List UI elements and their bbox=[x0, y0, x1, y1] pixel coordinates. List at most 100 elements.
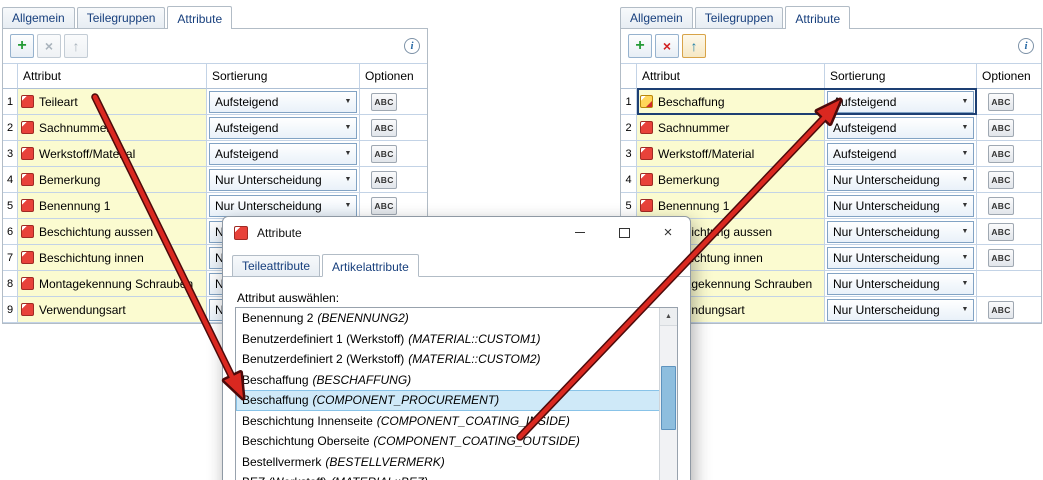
abc-options-button[interactable]: ABC bbox=[371, 171, 397, 189]
attribute-row[interactable]: 3Werkstoff/MaterialAufsteigend▼ABC bbox=[3, 141, 427, 167]
sorting-combobox[interactable]: Aufsteigend▼ bbox=[827, 117, 974, 139]
attribute-cell: Montagekennung Schrauben bbox=[18, 271, 207, 297]
chevron-down-icon: ▼ bbox=[957, 124, 973, 131]
attribute-icon bbox=[640, 147, 653, 160]
list-item[interactable]: Benennung 2(BENENNUNG2) bbox=[236, 308, 660, 329]
abc-options-button[interactable]: ABC bbox=[371, 93, 397, 111]
row-number: 3 bbox=[3, 141, 18, 167]
attribute-row[interactable]: 4BemerkungNur Unterscheidung▼ABC bbox=[3, 167, 427, 193]
sorting-cell: Aufsteigend▼ bbox=[207, 141, 360, 167]
sorting-cell: Nur Unterscheidung▼ bbox=[825, 297, 977, 323]
abc-options-button[interactable]: ABC bbox=[988, 145, 1014, 163]
abc-options-button[interactable]: ABC bbox=[988, 197, 1014, 215]
right-tab-bar: Allgemein Teilegruppen Attribute bbox=[620, 5, 1042, 28]
attribute-row-selected[interactable]: 1BeschaffungAufsteigend▼ABC bbox=[621, 89, 1041, 115]
move-up-button[interactable]: ↑ bbox=[64, 34, 88, 58]
tab-teileattribute[interactable]: Teileattribute bbox=[232, 255, 320, 276]
minimize-icon bbox=[575, 232, 585, 233]
arrow-up-icon: ↑ bbox=[691, 39, 698, 53]
scrollbar-thumb[interactable] bbox=[661, 366, 676, 430]
tab-allgemein[interactable]: Allgemein bbox=[2, 7, 75, 28]
scroll-up-icon[interactable]: ▲ bbox=[660, 308, 677, 326]
abc-options-button[interactable]: ABC bbox=[988, 223, 1014, 241]
abc-options-button[interactable]: ABC bbox=[988, 301, 1014, 319]
sorting-combobox[interactable]: Nur Unterscheidung▼ bbox=[827, 247, 974, 269]
list-item[interactable]: Beschaffung(BESCHAFFUNG) bbox=[236, 370, 660, 391]
attribute-row[interactable]: 3Werkstoff/MaterialAufsteigend▼ABC bbox=[621, 141, 1041, 167]
sorting-combobox[interactable]: Nur Unterscheidung▼ bbox=[827, 195, 974, 217]
combobox-value: Nur Unterscheidung bbox=[828, 303, 957, 317]
options-cell: ABC bbox=[977, 245, 1041, 271]
row-number: 2 bbox=[3, 115, 18, 141]
list-item[interactable]: Beschichtung Innenseite(COMPONENT_COATIN… bbox=[236, 411, 660, 432]
attribute-icon bbox=[640, 199, 653, 212]
tab-attribute[interactable]: Attribute bbox=[785, 6, 850, 29]
sorting-combobox[interactable]: Nur Unterscheidung▼ bbox=[827, 299, 974, 321]
tab-allgemein[interactable]: Allgemein bbox=[620, 7, 693, 28]
tab-attribute[interactable]: Attribute bbox=[167, 6, 232, 29]
abc-options-button[interactable]: ABC bbox=[988, 119, 1014, 137]
attribute-code: (COMPONENT_COATING_OUTSIDE) bbox=[373, 434, 579, 448]
options-cell: ABC bbox=[360, 115, 427, 141]
vertical-scrollbar[interactable]: ▲ bbox=[659, 308, 677, 480]
row-number: 2 bbox=[621, 115, 637, 141]
combobox-value: Nur Unterscheidung bbox=[828, 225, 957, 239]
close-button[interactable]: × bbox=[646, 217, 690, 248]
list-item[interactable]: Benutzerdefiniert 1 (Werkstoff)(MATERIAL… bbox=[236, 329, 660, 350]
options-cell: ABC bbox=[977, 219, 1041, 245]
minimize-button[interactable] bbox=[558, 217, 602, 248]
maximize-button[interactable] bbox=[602, 217, 646, 248]
attribute-code: (COMPONENT_PROCUREMENT) bbox=[313, 393, 500, 407]
table-header: Attribut Sortierung Optionen bbox=[3, 64, 427, 89]
abc-options-button[interactable]: ABC bbox=[988, 93, 1014, 111]
list-item[interactable]: Benutzerdefiniert 2 (Werkstoff)(MATERIAL… bbox=[236, 349, 660, 370]
tab-artikelattribute[interactable]: Artikelattribute bbox=[322, 254, 419, 277]
column-header-sortierung: Sortierung bbox=[825, 64, 977, 89]
list-item[interactable]: Bestellvermerk(BESTELLVERMERK) bbox=[236, 452, 660, 473]
attribute-label: BEZ (Werkstoff) bbox=[242, 475, 327, 480]
delete-attribute-button[interactable]: × bbox=[37, 34, 61, 58]
abc-options-button[interactable]: ABC bbox=[371, 145, 397, 163]
sorting-combobox[interactable]: Aufsteigend▼ bbox=[209, 117, 357, 139]
sorting-combobox[interactable]: Nur Unterscheidung▼ bbox=[827, 273, 974, 295]
delete-attribute-button[interactable]: × bbox=[655, 34, 679, 58]
add-attribute-button[interactable]: + bbox=[10, 34, 34, 58]
dialog-titlebar[interactable]: Attribute × bbox=[223, 217, 690, 248]
sorting-combobox[interactable]: Aufsteigend▼ bbox=[209, 143, 357, 165]
move-up-button[interactable]: ↑ bbox=[682, 34, 706, 58]
list-item[interactable]: Beschichtung Oberseite(COMPONENT_COATING… bbox=[236, 431, 660, 452]
info-icon[interactable]: i bbox=[404, 38, 420, 54]
attribute-row[interactable]: 2SachnummerAufsteigend▼ABC bbox=[3, 115, 427, 141]
abc-options-button[interactable]: ABC bbox=[988, 249, 1014, 267]
options-cell: ABC bbox=[360, 167, 427, 193]
sorting-combobox[interactable]: Nur Unterscheidung▼ bbox=[827, 169, 974, 191]
abc-options-button[interactable]: ABC bbox=[371, 197, 397, 215]
attribute-name: Teileart bbox=[39, 95, 78, 109]
sorting-combobox[interactable]: Aufsteigend▼ bbox=[209, 91, 357, 113]
list-item-selected[interactable]: Beschaffung(COMPONENT_PROCUREMENT) bbox=[236, 390, 660, 411]
tab-teilegruppen[interactable]: Teilegruppen bbox=[695, 7, 784, 28]
attribute-row[interactable]: 1TeileartAufsteigend▼ABC bbox=[3, 89, 427, 115]
attribute-icon bbox=[21, 121, 34, 134]
attribute-icon bbox=[21, 95, 34, 108]
add-attribute-button[interactable]: + bbox=[628, 34, 652, 58]
list-item[interactable]: BEZ (Werkstoff)(MATERIAL::BEZ) bbox=[236, 472, 660, 480]
sorting-combobox[interactable]: Nur Unterscheidung▼ bbox=[827, 221, 974, 243]
attribute-row[interactable]: 4BemerkungNur Unterscheidung▼ABC bbox=[621, 167, 1041, 193]
row-number: 9 bbox=[3, 297, 18, 323]
close-icon: × bbox=[664, 225, 673, 240]
attribute-icon bbox=[640, 121, 653, 134]
abc-options-button[interactable]: ABC bbox=[371, 119, 397, 137]
attribute-name: Bemerkung bbox=[658, 173, 719, 187]
abc-options-button[interactable]: ABC bbox=[988, 171, 1014, 189]
column-header-optionen: Optionen bbox=[977, 64, 1041, 89]
sorting-combobox[interactable]: Aufsteigend▼ bbox=[827, 91, 974, 113]
dialog-tab-bar: Teileattribute Artikelattribute bbox=[223, 254, 690, 277]
attribute-row[interactable]: 2SachnummerAufsteigend▼ABC bbox=[621, 115, 1041, 141]
sorting-combobox[interactable]: Aufsteigend▼ bbox=[827, 143, 974, 165]
info-icon[interactable]: i bbox=[1018, 38, 1034, 54]
sorting-combobox[interactable]: Nur Unterscheidung▼ bbox=[209, 195, 357, 217]
tab-teilegruppen[interactable]: Teilegruppen bbox=[77, 7, 166, 28]
chevron-down-icon: ▼ bbox=[340, 98, 356, 105]
sorting-combobox[interactable]: Nur Unterscheidung▼ bbox=[209, 169, 357, 191]
